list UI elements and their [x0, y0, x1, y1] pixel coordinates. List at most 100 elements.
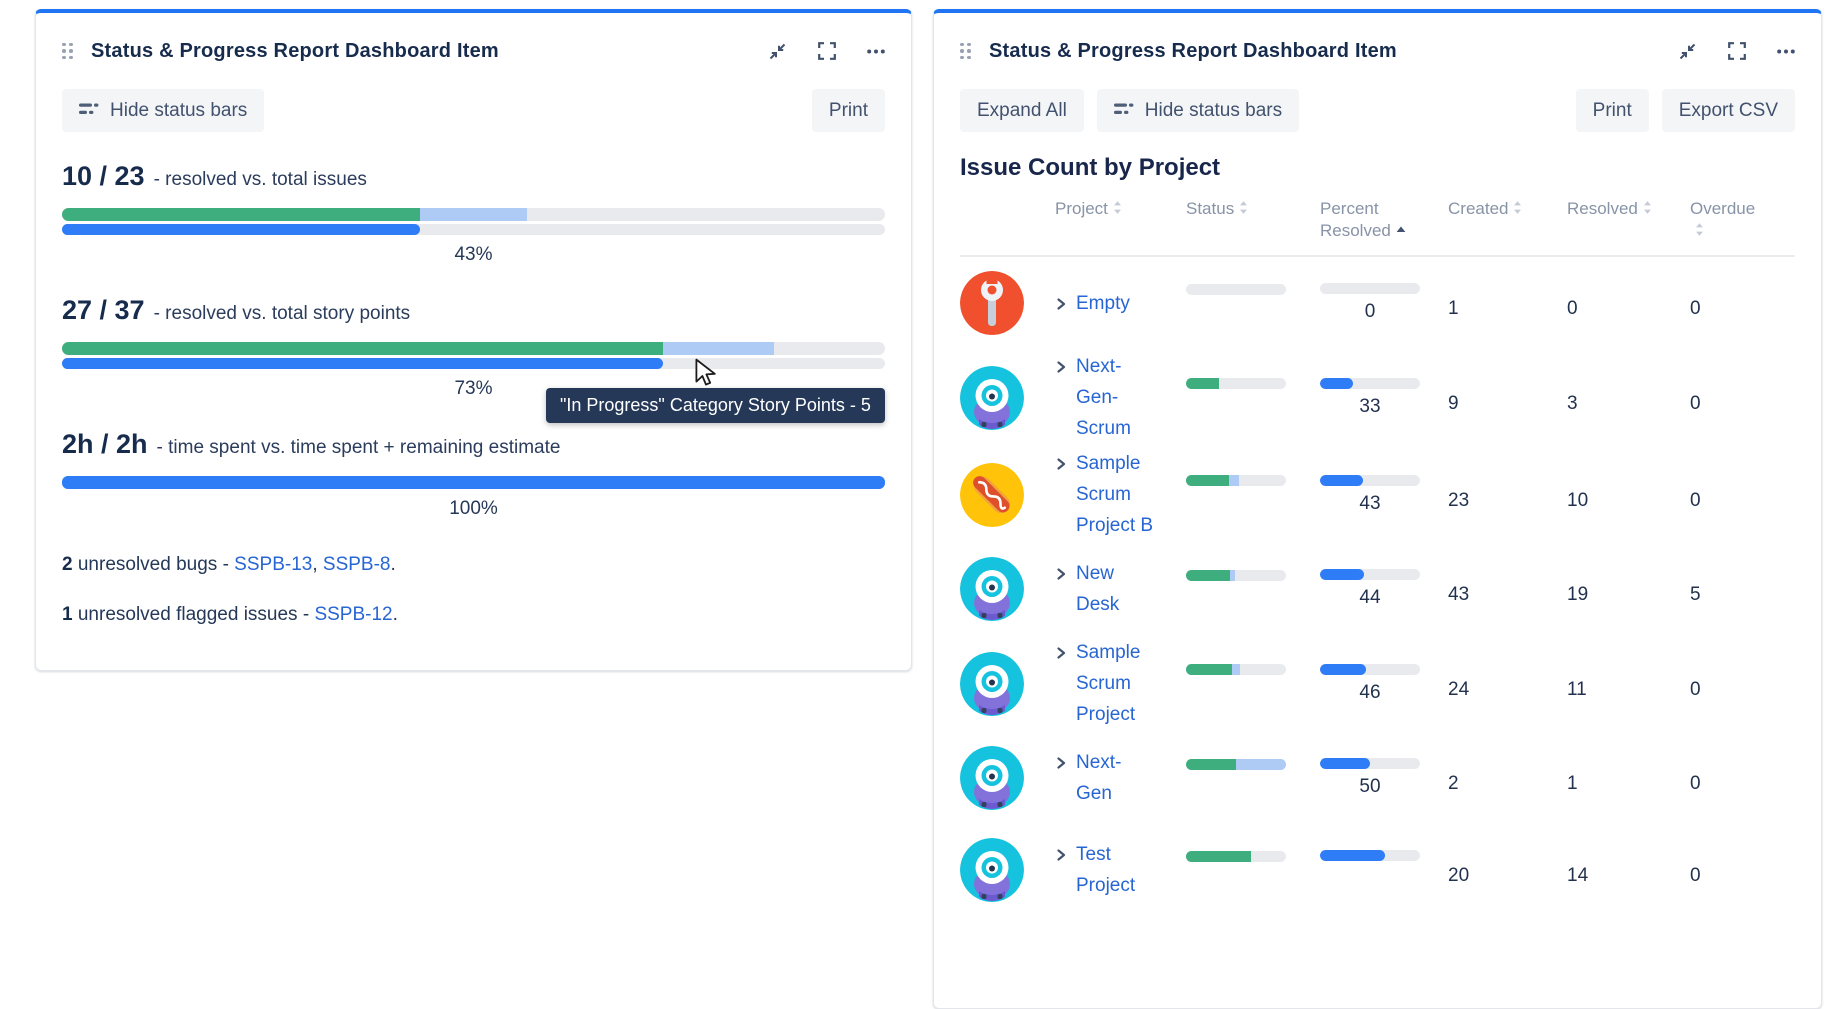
collapse-icon[interactable]: [768, 42, 787, 61]
column-header-overdue[interactable]: Overdue: [1690, 198, 1795, 242]
drag-handle-icon[interactable]: [62, 43, 73, 60]
expand-chevron-icon[interactable]: [1055, 457, 1067, 476]
print-button[interactable]: Print: [1576, 89, 1649, 132]
overdue-count: 0: [1690, 393, 1795, 415]
collapse-icon[interactable]: [1678, 42, 1697, 61]
hide-status-bars-label: Hide status bars: [1145, 100, 1282, 122]
status-progress-gadget-left: Status & Progress Report Dashboard Item …: [35, 9, 912, 671]
gadget-toolbar: Expand All Hide status bars Print Export…: [960, 89, 1795, 132]
expand-all-label: Expand All: [977, 100, 1067, 122]
project-link[interactable]: SampleScrumProject: [1076, 637, 1140, 730]
status-category-bar: [62, 208, 885, 221]
percent-resolved-pill: [1320, 475, 1420, 486]
column-header-percent-resolved[interactable]: Percent Resolved: [1320, 198, 1448, 242]
created-count: 43: [1448, 584, 1567, 606]
section-value: 27 / 37: [62, 295, 145, 326]
section-value: 10 / 23: [62, 161, 145, 192]
table-row: Empty 0 1 0 0: [960, 257, 1795, 349]
project-link[interactable]: NewDesk: [1076, 558, 1119, 620]
more-options-icon[interactable]: [1777, 49, 1795, 54]
percent-label: 100%: [62, 498, 885, 520]
expand-chevron-icon[interactable]: [1055, 646, 1067, 665]
column-header-resolved[interactable]: Resolved: [1567, 198, 1690, 220]
expand-chevron-icon[interactable]: [1055, 848, 1067, 867]
print-label: Print: [829, 100, 868, 122]
expand-all-button[interactable]: Expand All: [960, 89, 1084, 132]
percent-label: 43%: [62, 244, 885, 266]
percent-resolved-value: 46: [1320, 682, 1420, 704]
percent-resolved-pill: [1320, 758, 1420, 769]
project-avatar: [960, 838, 1024, 902]
expand-chevron-icon[interactable]: [1055, 360, 1067, 379]
issue-link[interactable]: SSPB-12: [314, 604, 392, 625]
status-pill: [1186, 851, 1286, 862]
resolved-count: 11: [1567, 679, 1690, 701]
status-pill: [1186, 759, 1286, 770]
percent-resolved-pill: [1320, 850, 1420, 861]
expand-chevron-icon[interactable]: [1055, 756, 1067, 775]
gadget-title: Status & Progress Report Dashboard Item: [91, 40, 499, 63]
percent-resolved-value: 0: [1320, 301, 1420, 323]
project-avatar: [960, 746, 1024, 810]
project-table-body: Empty 0 1 0 0 Next-Gen-Scrum 33 9 3: [960, 257, 1795, 916]
project-link[interactable]: Next-Gen: [1076, 747, 1121, 809]
table-row: TestProject 20 14 0: [960, 824, 1795, 916]
created-count: 20: [1448, 865, 1567, 887]
progress-section: 10 / 23 - resolved vs. total issues 43%: [62, 161, 885, 266]
column-header-created[interactable]: Created: [1448, 198, 1567, 220]
table-row: Next-Gen 50 2 1 0: [960, 732, 1795, 824]
overdue-count: 0: [1690, 773, 1795, 795]
progress-section: 27 / 37 - resolved vs. total story point…: [62, 295, 885, 400]
created-count: 2: [1448, 773, 1567, 795]
project-link[interactable]: Empty: [1076, 288, 1130, 319]
percent-resolved-pill: [1320, 283, 1420, 294]
column-header-project[interactable]: Project: [1055, 198, 1186, 220]
unresolved-issues-line: 2 unresolved bugs - SSPB-13, SSPB-8.: [62, 554, 885, 576]
project-link[interactable]: Next-Gen-Scrum: [1076, 351, 1131, 444]
hide-status-bars-button[interactable]: Hide status bars: [1097, 89, 1299, 132]
table-row: SampleScrumProject 46 24 11 0: [960, 635, 1795, 732]
gadget-header: Status & Progress Report Dashboard Item: [62, 27, 885, 75]
fullscreen-icon[interactable]: [1728, 42, 1746, 60]
project-link[interactable]: SampleScrumProject B: [1076, 448, 1153, 541]
section-bars: [62, 208, 885, 235]
hide-status-bars-button[interactable]: Hide status bars: [62, 89, 264, 132]
issue-link[interactable]: SSPB-13: [234, 554, 312, 575]
footnotes: 2 unresolved bugs - SSPB-13, SSPB-8.1 un…: [62, 554, 885, 626]
issue-link[interactable]: SSPB-8: [323, 554, 391, 575]
project-avatar: [960, 463, 1024, 527]
table-row: NewDesk 44 43 19 5: [960, 543, 1795, 635]
progress-sections: 10 / 23 - resolved vs. total issues 43% …: [62, 161, 885, 520]
more-options-icon[interactable]: [867, 49, 885, 54]
section-value: 2h / 2h: [62, 429, 148, 460]
section-bars: [62, 342, 885, 369]
fullscreen-icon[interactable]: [818, 42, 836, 60]
table-row: SampleScrumProject B 43 23 10 0: [960, 446, 1795, 543]
column-header-status[interactable]: Status: [1186, 198, 1320, 220]
table-header-row: ProjectStatusPercent ResolvedCreatedReso…: [960, 198, 1795, 257]
section-bars: [62, 476, 885, 489]
print-button[interactable]: Print: [812, 89, 885, 132]
project-avatar: [960, 557, 1024, 621]
status-progress-gadget-right: Status & Progress Report Dashboard Item …: [933, 9, 1822, 1009]
status-pill: [1186, 570, 1286, 581]
hide-status-bars-label: Hide status bars: [110, 100, 247, 122]
project-avatar: [960, 271, 1024, 335]
status-pill: [1186, 284, 1286, 295]
drag-handle-icon[interactable]: [960, 43, 971, 60]
percent-resolved-pill: [1320, 664, 1420, 675]
overdue-count: 0: [1690, 865, 1795, 887]
section-description: - time spent vs. time spent + remaining …: [157, 437, 561, 459]
export-csv-button[interactable]: Export CSV: [1662, 89, 1795, 132]
resolved-count: 1: [1567, 773, 1690, 795]
expand-chevron-icon[interactable]: [1055, 297, 1067, 316]
gadget-title: Status & Progress Report Dashboard Item: [989, 40, 1397, 63]
section-description: - resolved vs. total issues: [154, 169, 367, 191]
percent-resolved-value: 50: [1320, 776, 1420, 798]
hover-tooltip: "In Progress" Category Story Points - 5: [546, 388, 885, 423]
percent-resolved-value: [1320, 868, 1420, 890]
resolved-count: 3: [1567, 393, 1690, 415]
expand-chevron-icon[interactable]: [1055, 567, 1067, 586]
project-link[interactable]: TestProject: [1076, 839, 1135, 901]
percent-resolved-pill: [1320, 569, 1420, 580]
